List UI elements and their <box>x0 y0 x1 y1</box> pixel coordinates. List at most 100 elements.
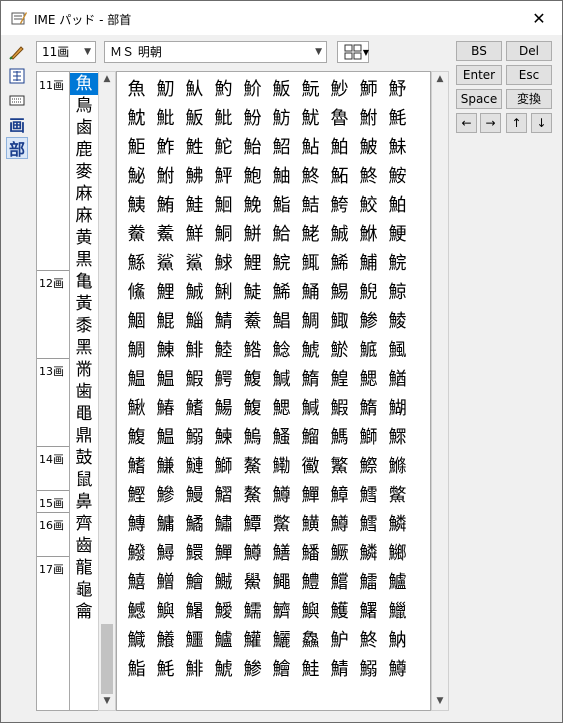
char-cell[interactable]: 鱜 <box>383 539 412 568</box>
char-cell[interactable]: 鱬 <box>238 597 267 626</box>
char-cell[interactable]: 鯰 <box>267 336 296 365</box>
char-cell[interactable]: 鮖 <box>325 162 354 191</box>
char-cell[interactable]: 鯢 <box>354 278 383 307</box>
char-cell[interactable]: 鮓 <box>151 133 180 162</box>
char-cell[interactable]: 鰲 <box>238 452 267 481</box>
char-cell[interactable]: 鱒 <box>238 539 267 568</box>
radical-item[interactable]: 齒 <box>70 535 98 557</box>
char-cell[interactable]: 鯳 <box>354 336 383 365</box>
char-cell[interactable]: 鯫 <box>325 307 354 336</box>
char-cell[interactable]: 鯦 <box>238 336 267 365</box>
stroke-count-mode-button[interactable]: 画 <box>6 113 28 135</box>
char-cell[interactable]: 鰖 <box>354 394 383 423</box>
char-cell[interactable]: 鱲 <box>383 597 412 626</box>
char-cell[interactable]: 鰯 <box>180 423 209 452</box>
char-cell[interactable]: 鮏 <box>180 133 209 162</box>
char-cell[interactable]: 鱮 <box>296 597 325 626</box>
stroke-count-select[interactable]: 11画 ▼ <box>36 41 96 63</box>
char-cell[interactable]: 魯 <box>325 104 354 133</box>
char-cell[interactable]: 鱫 <box>209 597 238 626</box>
char-cell[interactable]: 鱗 <box>354 539 383 568</box>
char-cell[interactable]: 魮 <box>209 104 238 133</box>
char-cell[interactable]: 鮎 <box>296 133 325 162</box>
char-cell[interactable]: 鱗 <box>383 510 412 539</box>
char-cell[interactable]: 鮪 <box>151 191 180 220</box>
char-cell[interactable]: 鱅 <box>151 510 180 539</box>
font-select[interactable]: ＭＳ 明朝 ▼ <box>104 41 327 63</box>
char-cell[interactable]: 鮫 <box>354 191 383 220</box>
char-cell[interactable]: 鮦 <box>209 220 238 249</box>
char-cell[interactable]: 鯛 <box>122 336 151 365</box>
char-cell[interactable]: 鱊 <box>180 510 209 539</box>
delete-key[interactable]: Del <box>506 41 552 61</box>
char-cell[interactable]: 魵 <box>238 104 267 133</box>
char-cell[interactable]: 鰱 <box>180 452 209 481</box>
char-cell[interactable]: 鱏 <box>238 510 267 539</box>
char-cell[interactable]: 鮭 <box>180 191 209 220</box>
char-cell[interactable]: 鱺 <box>267 626 296 655</box>
char-cell[interactable]: 鮄 <box>180 162 209 191</box>
char-cell[interactable]: 魫 <box>122 104 151 133</box>
char-cell[interactable]: 鱄 <box>122 510 151 539</box>
escape-key[interactable]: Esc <box>506 65 552 85</box>
radical-item[interactable]: 鹿 <box>70 139 98 161</box>
scroll-down-icon[interactable]: ▼ <box>99 696 115 706</box>
char-cell[interactable]: 鯣 <box>325 278 354 307</box>
char-cell[interactable]: 魪 <box>238 75 267 104</box>
char-cell[interactable]: 鱈 <box>354 510 383 539</box>
radical-item[interactable]: 鹵 <box>70 117 98 139</box>
char-cell[interactable]: 鮃 <box>209 162 238 191</box>
char-cell[interactable]: 鮊 <box>325 133 354 162</box>
char-cell[interactable]: 鮋 <box>267 162 296 191</box>
char-cell[interactable]: 魹 <box>383 104 412 133</box>
char-cell[interactable]: 鰵 <box>325 452 354 481</box>
radical-item[interactable]: 亀 <box>70 271 98 293</box>
char-cell[interactable]: 鱕 <box>296 539 325 568</box>
char-cell[interactable]: 鱈 <box>354 481 383 510</box>
arrow-right-key[interactable]: → <box>480 113 501 133</box>
char-cell[interactable]: 鯑 <box>267 278 296 307</box>
char-cell[interactable]: 鯗 <box>238 307 267 336</box>
char-cell[interactable]: 鯔 <box>180 307 209 336</box>
char-cell[interactable]: 鱞 <box>180 539 209 568</box>
char-cell[interactable]: 鮍 <box>354 133 383 162</box>
char-cell[interactable]: 魦 <box>325 75 354 104</box>
char-cell[interactable]: 鰓 <box>267 394 296 423</box>
radical-item[interactable]: 鼠 <box>70 469 98 491</box>
radical-item[interactable]: 鳥 <box>70 95 98 117</box>
char-cell[interactable]: 鯀 <box>122 249 151 278</box>
char-cell[interactable]: 鰥 <box>383 423 412 452</box>
char-cell[interactable]: 鰛 <box>151 365 180 394</box>
char-cell[interactable]: 鰭 <box>180 394 209 423</box>
radical-item[interactable]: 黑 <box>70 337 98 359</box>
arrow-down-key[interactable]: ↓ <box>531 113 552 133</box>
char-cell[interactable]: 鮟 <box>383 162 412 191</box>
char-cell[interactable]: 鰡 <box>296 423 325 452</box>
radical-mode-button[interactable]: 部 <box>6 137 28 159</box>
char-cell[interactable]: 魴 <box>267 104 296 133</box>
char-cell[interactable]: 鯆 <box>354 249 383 278</box>
char-cell[interactable]: 鱉 <box>383 481 412 510</box>
char-cell[interactable]: 鱶 <box>151 626 180 655</box>
char-cell[interactable]: 鯲 <box>325 336 354 365</box>
enter-key[interactable]: Enter <box>456 65 502 85</box>
radical-item[interactable]: 龍 <box>70 557 98 579</box>
char-cell[interactable]: 鮨 <box>122 655 151 684</box>
char-cell[interactable]: 鮊 <box>383 191 412 220</box>
char-cell[interactable]: 鰓 <box>354 365 383 394</box>
char-cell[interactable]: 鱐 <box>209 510 238 539</box>
char-cell[interactable]: 鮉 <box>267 133 296 162</box>
char-cell[interactable]: 鰒 <box>238 394 267 423</box>
char-cell[interactable]: 魡 <box>209 75 238 104</box>
scroll-down-icon[interactable]: ▼ <box>432 696 448 706</box>
char-cell[interactable]: 鰗 <box>383 394 412 423</box>
char-cell[interactable]: 魹 <box>151 655 180 684</box>
char-cell[interactable]: 鯛 <box>296 307 325 336</box>
char-cell[interactable]: 鰹 <box>122 481 151 510</box>
char-cell[interactable]: 魶 <box>383 626 412 655</box>
char-cell[interactable]: 鮗 <box>296 162 325 191</box>
char-cell[interactable]: 鱆 <box>325 481 354 510</box>
scroll-thumb[interactable] <box>101 624 113 694</box>
char-cell[interactable]: 鱑 <box>296 510 325 539</box>
radical-item[interactable]: 黹 <box>70 359 98 381</box>
